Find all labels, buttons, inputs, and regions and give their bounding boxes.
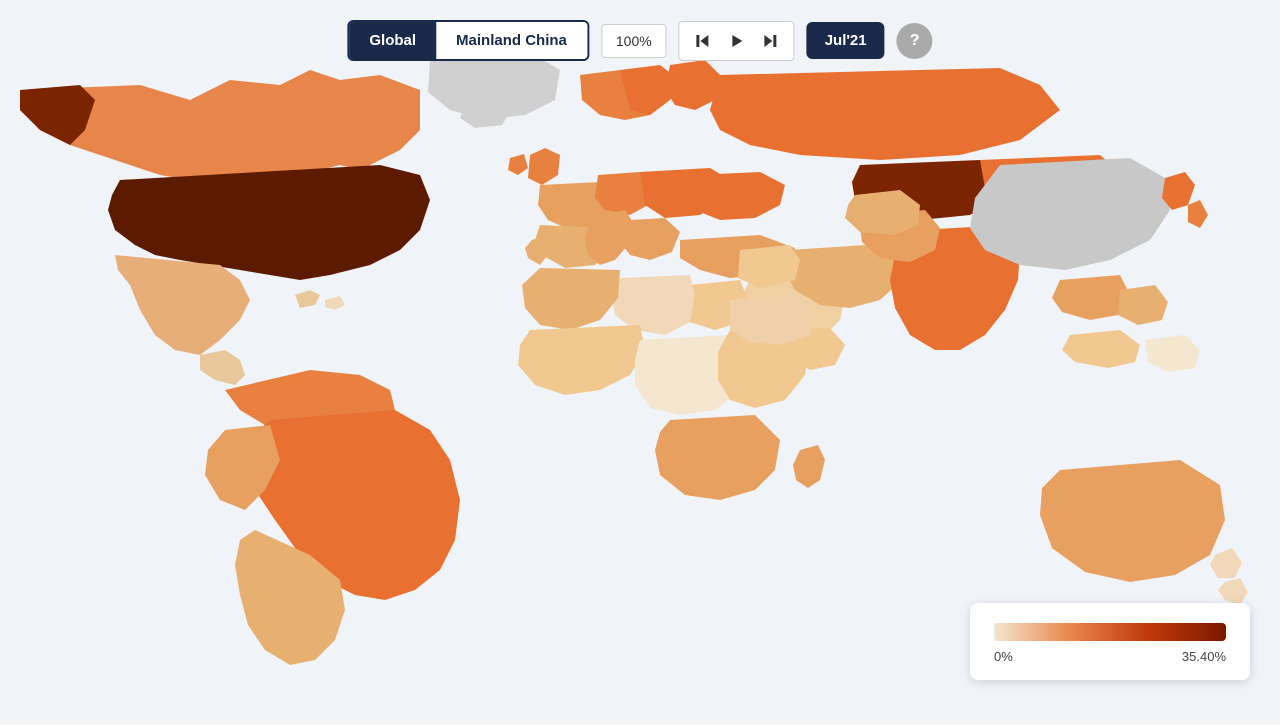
global-tab[interactable]: Global	[349, 22, 436, 59]
legend-labels: 0% 35.40%	[994, 649, 1226, 664]
view-toggle: Global Mainland China	[347, 20, 589, 61]
legend-max: 35.40%	[1182, 649, 1226, 664]
help-button[interactable]: ?	[897, 23, 933, 59]
play-button[interactable]	[722, 26, 752, 56]
skip-forward-button[interactable]	[756, 26, 786, 56]
legend: 0% 35.40%	[970, 603, 1250, 680]
legend-gradient	[994, 623, 1226, 641]
toolbar: Global Mainland China 100% Jul'21 ?	[347, 20, 932, 61]
date-badge[interactable]: Jul'21	[807, 22, 885, 59]
playback-controls	[679, 21, 795, 61]
zoom-level: 100%	[601, 24, 667, 58]
legend-min: 0%	[994, 649, 1013, 664]
skip-back-button[interactable]	[688, 26, 718, 56]
china-tab[interactable]: Mainland China	[436, 22, 587, 59]
